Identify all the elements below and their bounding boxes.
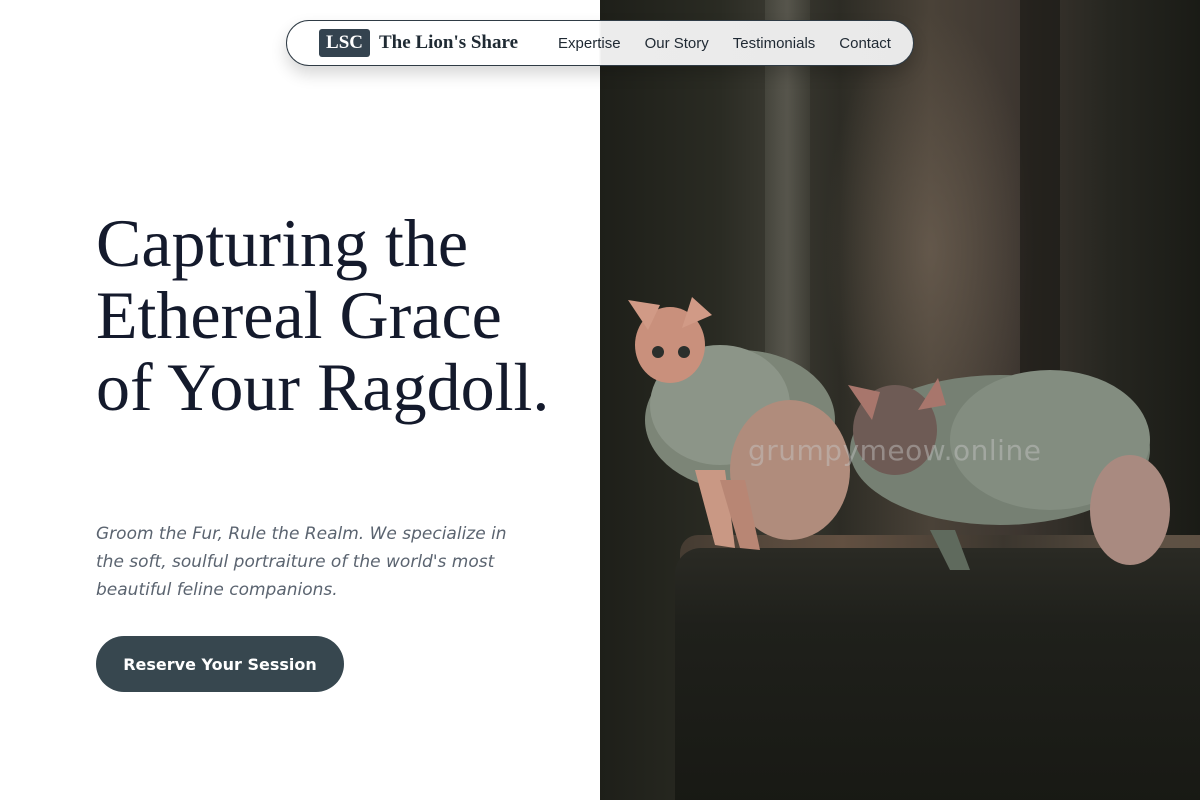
nav-link-testimonials[interactable]: Testimonials xyxy=(733,35,816,52)
sphynx-cats-illustration xyxy=(628,297,1170,570)
nav-link-our-story[interactable]: Our Story xyxy=(645,35,709,52)
cat-left xyxy=(628,297,850,550)
nav-links: Expertise Our Story Testimonials Contact xyxy=(558,35,891,52)
cat-right xyxy=(848,370,1170,570)
hero-subtitle: Groom the Fur, Rule the Realm. We specia… xyxy=(96,524,507,600)
reserve-session-button[interactable]: Reserve Your Session xyxy=(96,636,344,692)
logo-badge[interactable]: LSC xyxy=(319,29,370,57)
nav-link-contact[interactable]: Contact xyxy=(839,35,891,52)
photo-watermark: grumpymeow.online xyxy=(748,434,1042,467)
top-nav: LSC The Lion's Share Expertise Our Story… xyxy=(286,20,914,66)
hero-photo: grumpymeow.online xyxy=(600,0,1200,800)
nav-link-expertise[interactable]: Expertise xyxy=(558,35,621,52)
hero-title: Capturing the Ethereal Grace of Your Rag… xyxy=(96,205,550,425)
brand-name[interactable]: The Lion's Share xyxy=(379,32,518,54)
